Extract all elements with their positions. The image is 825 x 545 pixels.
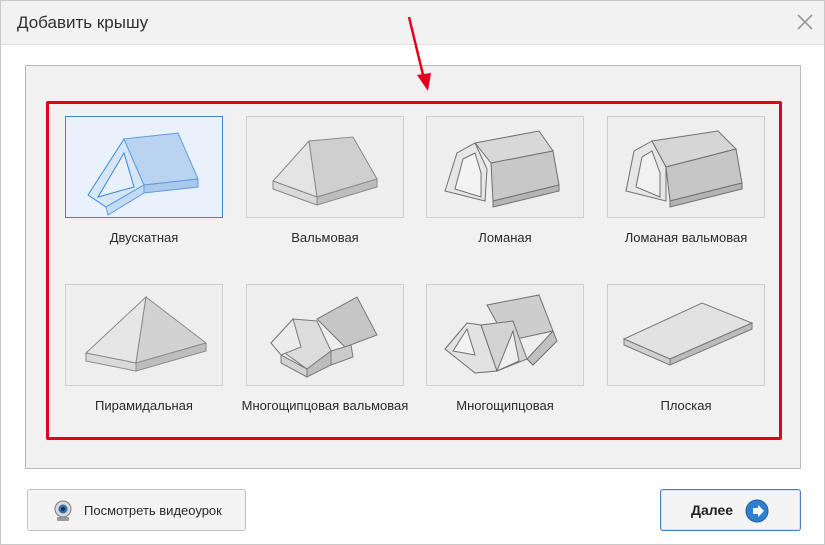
roof-thumbnail: [65, 116, 223, 218]
roof-type-label: Ломаная вальмовая: [624, 230, 748, 245]
title-bar: Добавить крышу: [1, 1, 824, 45]
roof-thumbnail: [246, 116, 404, 218]
roof-type-label: Пирамидальная: [95, 398, 193, 413]
multi-gable-hip-roof-icon: [270, 296, 378, 378]
hip-gambrel-roof-icon: [625, 130, 743, 208]
webcam-icon: [54, 500, 72, 521]
roof-thumbnail: [607, 116, 765, 218]
hip-roof-icon: [272, 136, 378, 206]
add-roof-dialog: Добавить крышу Двускатная Вальмовая Лома…: [0, 0, 825, 545]
watch-video-label: Посмотреть видеоурок: [84, 503, 222, 518]
roof-thumbnail: [426, 116, 584, 218]
roof-type-label: Вальмовая: [291, 230, 359, 245]
multi-gable-roof-icon: [444, 294, 558, 374]
roof-type-label: Многощипцовая вальмовая: [241, 398, 409, 413]
roof-thumbnail: [426, 284, 584, 386]
gambrel-roof-icon: [444, 130, 560, 208]
gable-roof-icon: [87, 132, 199, 216]
watch-video-button[interactable]: Посмотреть видеоурок: [27, 489, 246, 531]
roof-thumbnail: [65, 284, 223, 386]
roof-type-label: Плоская: [660, 398, 712, 413]
next-label: Далее: [691, 502, 734, 518]
roof-type-label: Многощипцовая: [456, 398, 554, 413]
roof-thumbnail: [607, 284, 765, 386]
close-icon[interactable]: [793, 10, 817, 34]
roof-thumbnail: [246, 284, 404, 386]
arrow-right-icon: [745, 499, 769, 523]
roof-type-label: Ломаная: [478, 230, 532, 245]
flat-roof-icon: [622, 302, 754, 366]
pyramid-roof-icon: [84, 295, 208, 372]
next-button[interactable]: Далее: [660, 489, 801, 531]
dialog-title: Добавить крышу: [17, 13, 149, 32]
roof-type-label: Двускатная: [109, 230, 179, 245]
